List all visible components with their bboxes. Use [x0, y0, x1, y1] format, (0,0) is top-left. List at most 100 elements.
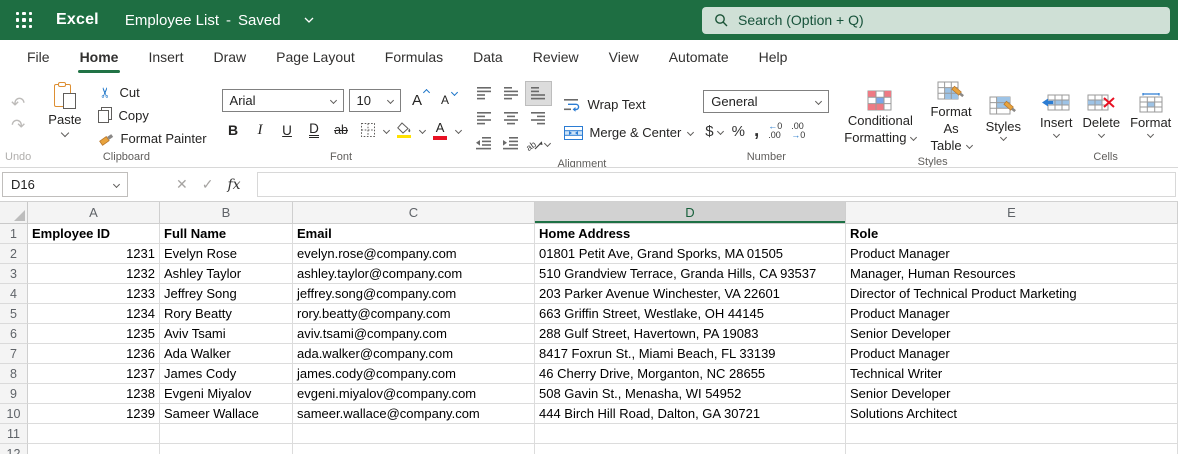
cut-button[interactable]: ✂ Cut [93, 81, 212, 103]
row-header-9[interactable]: 9 [0, 384, 28, 404]
redo-icon[interactable]: ↷ [5, 117, 31, 135]
cell-B12[interactable] [160, 444, 293, 454]
cell-B7[interactable]: Ada Walker [160, 344, 293, 364]
cell-D5[interactable]: 663 Griffin Street, Westlake, OH 44145 [535, 304, 846, 324]
cell-E5[interactable]: Product Manager [846, 304, 1178, 324]
cell-C1[interactable]: Email [293, 224, 535, 244]
cell-E10[interactable]: Solutions Architect [846, 404, 1178, 424]
formula-input[interactable] [256, 172, 1176, 197]
tab-formulas[interactable]: Formulas [370, 40, 458, 74]
cell-D7[interactable]: 8417 Foxrun St., Miami Beach, FL 33139 [535, 344, 846, 364]
double-underline-button[interactable]: D [309, 122, 319, 138]
font-family-select[interactable]: Arial [221, 88, 344, 112]
cell-B10[interactable]: Sameer Wallace [160, 404, 293, 424]
cell-D9[interactable]: 508 Gavin St., Menasha, WI 54952 [535, 384, 846, 404]
copy-button[interactable]: Copy [93, 104, 212, 126]
app-launcher-icon[interactable] [0, 0, 48, 40]
cell-C3[interactable]: ashley.taylor@company.com [293, 264, 535, 284]
insert-cells-button[interactable]: Insert [1036, 93, 1077, 139]
row-header-5[interactable]: 5 [0, 304, 28, 324]
tab-review[interactable]: Review [518, 40, 594, 74]
cell-E2[interactable]: Product Manager [846, 244, 1178, 264]
paste-button[interactable]: Paste [41, 81, 88, 138]
tab-data[interactable]: Data [458, 40, 518, 74]
tab-view[interactable]: View [594, 40, 654, 74]
row-header-12[interactable]: 12 [0, 444, 28, 454]
format-cells-button[interactable]: Format [1126, 93, 1175, 139]
cell-D6[interactable]: 288 Gulf Street, Havertown, PA 19083 [535, 324, 846, 344]
row-header-4[interactable]: 4 [0, 284, 28, 304]
decrease-font-button[interactable]: A [434, 88, 458, 112]
format-as-table-button[interactable]: Format As Table [925, 81, 976, 154]
cell-A2[interactable]: 1231 [28, 244, 160, 264]
cell-B9[interactable]: Evgeni Miyalov [160, 384, 293, 404]
cell-E9[interactable]: Senior Developer [846, 384, 1178, 404]
delete-cells-button[interactable]: Delete [1079, 93, 1125, 139]
cell-D8[interactable]: 46 Cherry Drive, Morganton, NC 28655 [535, 364, 846, 384]
cell-E8[interactable]: Technical Writer [846, 364, 1178, 384]
cancel-formula-icon[interactable]: ✕ [176, 176, 188, 193]
tab-help[interactable]: Help [744, 40, 803, 74]
cell-A12[interactable] [28, 444, 160, 454]
cell-A3[interactable]: 1232 [28, 264, 160, 284]
cell-B4[interactable]: Jeffrey Song [160, 284, 293, 304]
tab-insert[interactable]: Insert [133, 40, 198, 74]
cell-D3[interactable]: 510 Grandview Terrace, Granda Hills, CA … [535, 264, 846, 284]
cell-E12[interactable] [846, 444, 1178, 454]
align-center-button[interactable] [498, 106, 525, 131]
cell-D4[interactable]: 203 Parker Avenue Winchester, VA 22601 [535, 284, 846, 304]
cell-B3[interactable]: Ashley Taylor [160, 264, 293, 284]
font-size-select[interactable]: 10 [348, 88, 401, 112]
cell-C11[interactable] [293, 424, 535, 444]
fill-color-chevron-icon[interactable] [418, 126, 426, 134]
cell-B11[interactable] [160, 424, 293, 444]
cell-D11[interactable] [535, 424, 846, 444]
align-left-button[interactable] [471, 106, 498, 131]
tab-automate[interactable]: Automate [654, 40, 744, 74]
increase-font-button[interactable]: A [406, 88, 430, 112]
currency-format-button[interactable]: $ [705, 123, 713, 140]
document-title[interactable]: Employee List - Saved [125, 12, 314, 29]
strikethrough-button[interactable]: ab [330, 118, 353, 142]
insert-function-icon[interactable]: fx [227, 177, 240, 193]
name-box[interactable]: D16 [2, 172, 128, 197]
borders-chevron-icon[interactable] [382, 126, 390, 134]
tab-file[interactable]: File [12, 40, 65, 74]
row-header-8[interactable]: 8 [0, 364, 28, 384]
row-header-2[interactable]: 2 [0, 244, 28, 264]
row-header-3[interactable]: 3 [0, 264, 28, 284]
cell-B2[interactable]: Evelyn Rose [160, 244, 293, 264]
cell-C5[interactable]: rory.beatty@company.com [293, 304, 535, 324]
cell-A4[interactable]: 1233 [28, 284, 160, 304]
undo-icon[interactable]: ↶ [5, 95, 31, 113]
row-header-1[interactable]: 1 [0, 224, 28, 244]
cell-E6[interactable]: Senior Developer [846, 324, 1178, 344]
italic-button[interactable]: I [249, 118, 272, 142]
cell-E4[interactable]: Director of Technical Product Marketing [846, 284, 1178, 304]
column-header-D[interactable]: D [535, 202, 846, 224]
cell-C10[interactable]: sameer.wallace@company.com [293, 404, 535, 424]
decrease-decimal-button[interactable]: .00 →0 [791, 122, 805, 140]
cell-E1[interactable]: Role [846, 224, 1178, 244]
cell-D2[interactable]: 01801 Petit Ave, Grand Sporks, MA 01505 [535, 244, 846, 264]
currency-chevron-icon[interactable] [716, 127, 724, 135]
column-header-E[interactable]: E [846, 202, 1178, 224]
conditional-formatting-button[interactable]: Conditional Formatting [839, 90, 921, 146]
cell-A10[interactable]: 1239 [28, 404, 160, 424]
cell-B1[interactable]: Full Name [160, 224, 293, 244]
cell-C8[interactable]: james.cody@company.com [293, 364, 535, 384]
cell-C4[interactable]: jeffrey.song@company.com [293, 284, 535, 304]
cell-styles-button[interactable]: Styles [981, 96, 1026, 141]
cell-A11[interactable] [28, 424, 160, 444]
number-format-select[interactable]: General [703, 90, 830, 113]
comma-format-button[interactable]: , [754, 121, 759, 140]
cell-C7[interactable]: ada.walker@company.com [293, 344, 535, 364]
column-header-B[interactable]: B [160, 202, 293, 224]
fill-color-button[interactable] [393, 118, 416, 142]
column-header-A[interactable]: A [28, 202, 160, 224]
cell-B5[interactable]: Rory Beatty [160, 304, 293, 324]
cell-D10[interactable]: 444 Birch Hill Road, Dalton, GA 30721 [535, 404, 846, 424]
borders-button[interactable] [357, 118, 380, 142]
cell-A5[interactable]: 1234 [28, 304, 160, 324]
text-orientation-button[interactable]: ab [525, 131, 552, 156]
